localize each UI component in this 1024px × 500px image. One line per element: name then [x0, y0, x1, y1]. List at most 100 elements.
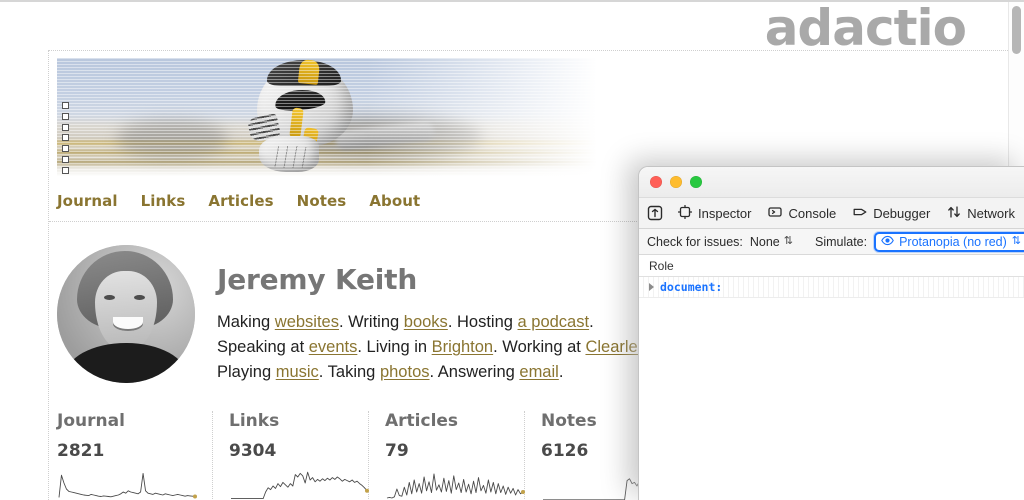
stormtrooper-figure: [225, 60, 425, 176]
bio-text: . Hosting: [448, 313, 518, 331]
profile-section: Jeremy Keith Making websites. Writing bo…: [49, 245, 669, 385]
nav-item-journal[interactable]: Journal: [57, 192, 118, 210]
bio-link[interactable]: Brighton: [432, 338, 493, 356]
stepper-icon: ⇅: [784, 236, 793, 247]
bio-text: . Living in: [357, 338, 431, 356]
selection-handle[interactable]: [62, 113, 69, 120]
column-header-role: Role: [649, 259, 674, 273]
sparkline-chart: [385, 469, 525, 500]
network-icon: [947, 205, 961, 222]
site-logo[interactable]: adactio: [765, 4, 966, 52]
trooper-gold-crest: [298, 59, 320, 85]
sparkline-path: [59, 473, 195, 497]
bio-text: Playing: [217, 363, 276, 381]
banner-image[interactable]: [57, 58, 617, 176]
stepper-icon: ⇅: [1012, 236, 1021, 247]
selection-handle[interactable]: [62, 156, 69, 163]
element-picker-icon[interactable]: [647, 202, 663, 224]
check-for-issues-select[interactable]: None ⇅: [750, 235, 793, 249]
bio-text: Speaking at: [217, 338, 309, 356]
tab-inspector[interactable]: Inspector: [678, 205, 760, 222]
bio-link[interactable]: books: [404, 313, 448, 331]
selection-handle[interactable]: [62, 102, 69, 109]
trooper-glove-lines: [269, 146, 311, 168]
bio-link[interactable]: photos: [380, 363, 430, 381]
check-for-issues-label: Check for issues:: [647, 235, 743, 249]
sparkline-path: [231, 472, 367, 498]
nav-item-links[interactable]: Links: [141, 192, 186, 210]
zoom-window-button[interactable]: [690, 176, 702, 188]
selection-handle[interactable]: [62, 134, 69, 141]
bio-line: Playing music. Taking photos. Answering …: [217, 360, 652, 385]
eye-icon: [881, 235, 894, 249]
minimize-window-button[interactable]: [670, 176, 682, 188]
simulate-label: Simulate:: [815, 235, 867, 249]
accessibility-tree-body: [639, 298, 1024, 498]
inspector-icon: [678, 205, 692, 222]
bio-text: . Working at: [493, 338, 585, 356]
bio-link[interactable]: websites: [275, 313, 339, 331]
nav-item-articles[interactable]: Articles: [208, 192, 273, 210]
avatar: [57, 245, 195, 383]
accessibility-tree-row[interactable]: document:: [639, 277, 1024, 298]
stat-title: Articles: [385, 411, 510, 431]
stat-card-links[interactable]: Links 9304: [213, 411, 369, 500]
tab-debugger[interactable]: Debugger: [853, 205, 939, 222]
inspector-titlebar[interactable]: [639, 167, 1024, 197]
sparkline-path: [387, 474, 523, 498]
avatar-smile: [113, 317, 143, 331]
bio-text: . Writing: [339, 313, 404, 331]
accessibility-role-value: document:: [660, 280, 722, 294]
bio-text: .: [559, 363, 564, 381]
chevron-right-icon[interactable]: [649, 283, 654, 291]
selection-handle[interactable]: [62, 124, 69, 131]
sparkline-chart: [57, 469, 197, 500]
selection-handles[interactable]: [62, 102, 71, 174]
stat-title: Journal: [57, 411, 198, 431]
bio-link[interactable]: a podcast: [518, 313, 590, 331]
check-for-issues-value: None: [750, 235, 780, 249]
stats-section: Journal 2821 Links 9304 Articles 79 Note…: [49, 411, 689, 500]
avatar-face: [95, 271, 157, 349]
stat-count: 2821: [57, 441, 198, 461]
bio-text: . Answering: [430, 363, 520, 381]
bio-link[interactable]: events: [309, 338, 358, 356]
bio-text: Making: [217, 313, 275, 331]
page-scrollbar-thumb[interactable]: [1012, 6, 1021, 54]
nav-item-about[interactable]: About: [369, 192, 420, 210]
bio-link[interactable]: email: [519, 363, 558, 381]
tab-network[interactable]: Network: [947, 205, 1024, 222]
page-title: Jeremy Keith: [217, 263, 652, 296]
trooper-arm: [334, 121, 436, 151]
bio-text: .: [589, 313, 594, 331]
sparkline-end-dot: [193, 495, 197, 499]
stat-title: Links: [229, 411, 354, 431]
audit-subbar: Check for issues: None ⇅ Simulate: Prota…: [639, 229, 1024, 255]
simulate-value: Protanopia (no red): [899, 235, 1007, 249]
console-icon: [768, 205, 782, 222]
stat-count: 9304: [229, 441, 354, 461]
avatar-eye-left: [104, 295, 115, 300]
tab-console[interactable]: Console: [768, 205, 845, 222]
stat-card-articles[interactable]: Articles 79: [369, 411, 525, 500]
stat-card-journal[interactable]: Journal 2821: [57, 411, 213, 500]
tab-label: Console: [788, 206, 836, 221]
banner-blur-shape-left: [117, 120, 227, 158]
accessibility-column-header: Role: [639, 255, 1024, 277]
selection-handle[interactable]: [62, 145, 69, 152]
bio-line: Speaking at events. Living in Brighton. …: [217, 335, 652, 360]
tab-label: Network: [967, 206, 1015, 221]
nav-item-notes[interactable]: Notes: [297, 192, 347, 210]
site-navigation: Journal Links Articles Notes About: [49, 192, 649, 222]
sparkline-chart: [229, 469, 369, 500]
bio-text: . Taking: [319, 363, 380, 381]
selection-handle[interactable]: [62, 167, 69, 174]
avatar-eye-right: [134, 295, 145, 300]
simulate-select[interactable]: Protanopia (no red) ⇅: [874, 232, 1024, 252]
stat-count: 79: [385, 441, 510, 461]
inspector-toolbar: Inspector Console Debugger: [639, 197, 1024, 229]
close-window-button[interactable]: [650, 176, 662, 188]
profile-text: Jeremy Keith Making websites. Writing bo…: [217, 245, 652, 385]
tab-label: Inspector: [698, 206, 751, 221]
bio-link[interactable]: music: [276, 363, 319, 381]
